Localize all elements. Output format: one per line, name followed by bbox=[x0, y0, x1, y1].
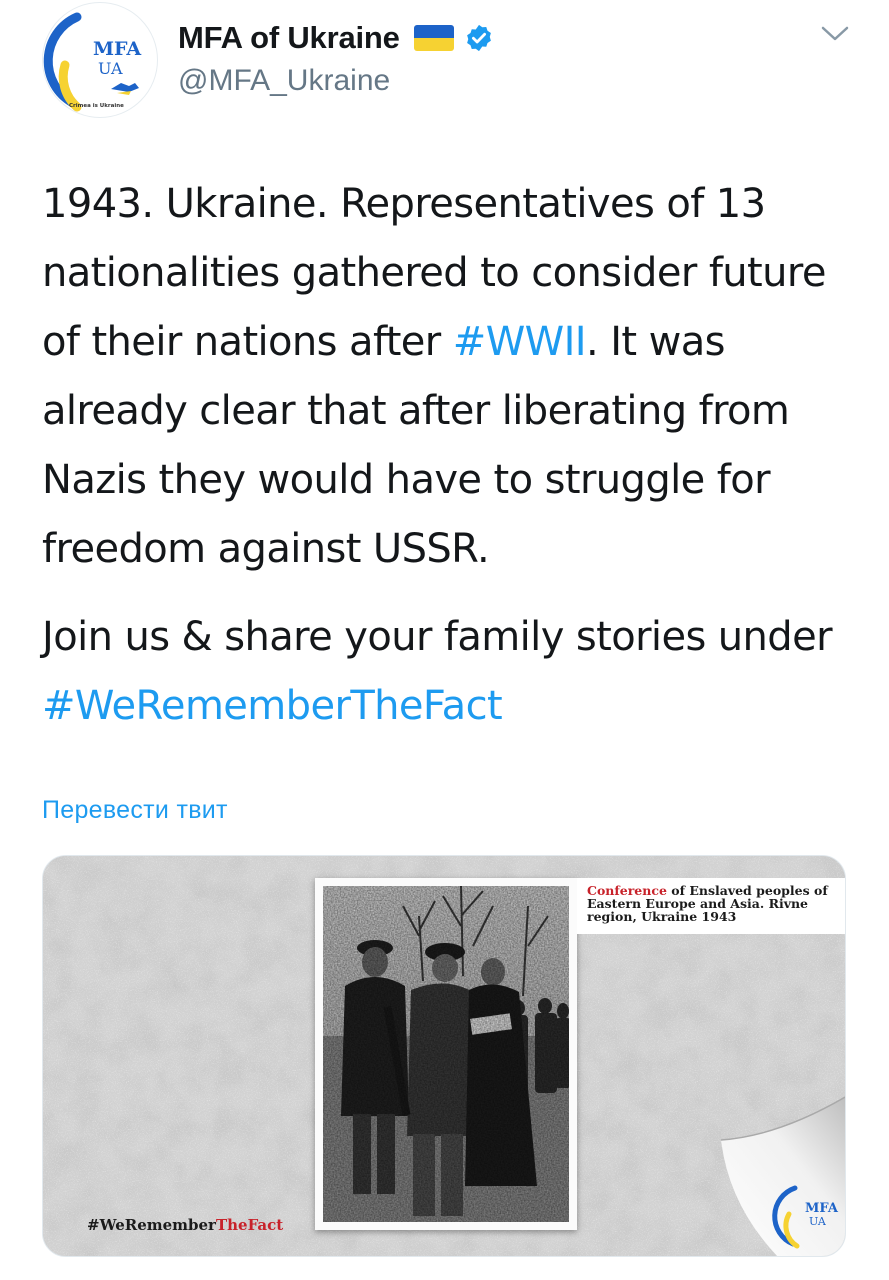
media-logo-bottom: UA bbox=[809, 1215, 827, 1228]
ukraine-flag-icon bbox=[413, 25, 454, 51]
author-avatar[interactable]: MFA UA Crimea is Ukraine bbox=[42, 2, 158, 118]
historic-photo bbox=[323, 886, 569, 1222]
author-display-name[interactable]: MFA of Ukraine bbox=[178, 20, 400, 56]
avatar-tagline: Crimea is Ukraine bbox=[69, 103, 124, 109]
historic-photo-frame bbox=[315, 878, 577, 1230]
tweet-text: 1943. Ukraine. Representatives of 13 nat… bbox=[42, 170, 862, 741]
author-handle[interactable]: @MFA_Ukraine bbox=[178, 64, 494, 98]
tweet-paragraph-1: 1943. Ukraine. Representatives of 13 nat… bbox=[42, 170, 862, 584]
tweet-media-image[interactable]: Conference of Enslaved peoples of Easter… bbox=[42, 855, 846, 1257]
avatar-logo-top: MFA bbox=[93, 38, 141, 60]
hashtag-link-wwii[interactable]: #WWII bbox=[453, 319, 587, 365]
mfa-logo-icon: MFA UA Crimea is Ukraine bbox=[43, 12, 141, 112]
chevron-down-icon[interactable] bbox=[820, 24, 850, 44]
media-hashtag-dark: #WeRemember bbox=[87, 1216, 216, 1234]
avatar-logo-bottom: UA bbox=[98, 59, 123, 78]
tweet-text-part: Join us & share your family stories unde… bbox=[42, 614, 833, 660]
media-hashtag-red: TheFact bbox=[215, 1216, 284, 1234]
verified-badge-icon bbox=[466, 24, 491, 52]
media-caption: Conference of Enslaved peoples of Easter… bbox=[577, 878, 845, 934]
media-logo-top: MFA bbox=[805, 1201, 839, 1216]
author-block: MFA of Ukraine @MFA_Ukraine bbox=[178, 18, 494, 98]
page-curl-logo: MFA UA bbox=[720, 1096, 845, 1256]
media-hashtag: #WeRememberTheFact bbox=[87, 1216, 283, 1234]
translate-tweet-link[interactable]: Перевести твит bbox=[42, 796, 228, 825]
hashtag-link-weremember[interactable]: #WeRememberTheFact bbox=[42, 683, 503, 729]
tweet-paragraph-2: Join us & share your family stories unde… bbox=[42, 603, 862, 741]
